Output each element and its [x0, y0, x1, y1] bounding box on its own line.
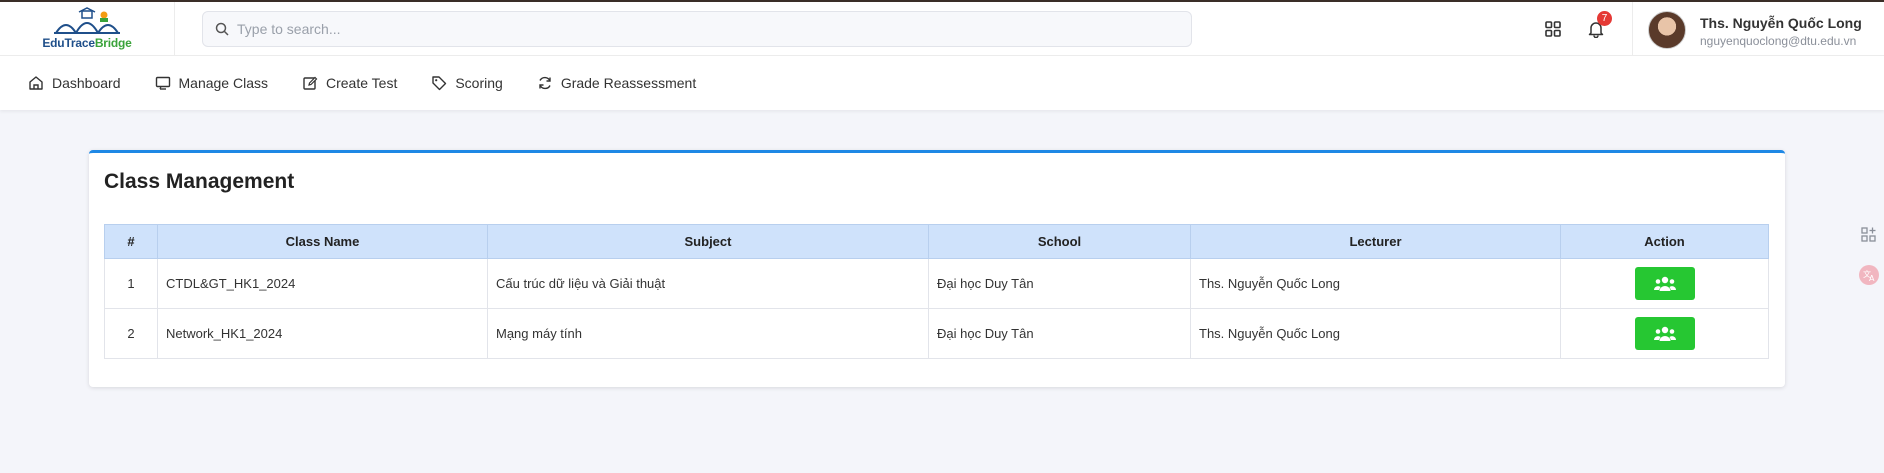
page-title: Class Management: [104, 170, 295, 193]
action-cell: [1560, 308, 1769, 359]
school-cell: Đại học Duy Tân: [928, 308, 1191, 359]
nav-label: Grade Reassessment: [560, 75, 697, 91]
class-name-cell: CTDL&GT_HK1_2024: [157, 258, 488, 309]
table-row: 1 CTDL&GT_HK1_2024 Cấu trúc dữ liệu và G…: [104, 258, 1769, 309]
nav-label: Manage Class: [178, 75, 269, 91]
col-header-number: #: [104, 224, 158, 259]
lecturer-cell: Ths. Nguyễn Quốc Long: [1190, 308, 1561, 359]
search-icon: [215, 22, 229, 36]
edit-icon: [303, 76, 318, 90]
col-header-action: Action: [1560, 224, 1769, 259]
nav-item-create-test[interactable]: Create Test: [302, 75, 397, 91]
notifications-button[interactable]: 7: [1584, 11, 1612, 41]
nav-item-grade-reassessment[interactable]: Grade Reassessment: [537, 75, 696, 91]
logo-text: EduTraceBridge: [42, 36, 132, 50]
tag-icon: [432, 76, 447, 91]
nav-label: Scoring: [455, 75, 503, 91]
class-table: # Class Name Subject School Lecturer Act…: [104, 224, 1769, 359]
subject-cell: Mạng máy tính: [487, 308, 929, 359]
home-icon: [29, 76, 43, 90]
side-widget-button[interactable]: [1858, 224, 1880, 246]
main-nav: Dashboard Manage Class Create Test Scori…: [0, 56, 1884, 110]
bridge-logo-icon: [54, 7, 120, 34]
col-header-class-name[interactable]: Class Name: [157, 224, 488, 259]
col-header-subject[interactable]: Subject: [487, 224, 929, 259]
nav-item-scoring[interactable]: Scoring: [431, 75, 503, 91]
col-header-school[interactable]: School: [928, 224, 1191, 259]
search-input[interactable]: [237, 21, 1137, 37]
class-name-cell: Network_HK1_2024: [157, 308, 488, 359]
users-icon: [1653, 276, 1676, 291]
grid-icon: [1545, 21, 1561, 37]
table-header-row: # Class Name Subject School Lecturer Act…: [104, 224, 1769, 259]
avatar[interactable]: [1648, 11, 1686, 49]
side-translate-button[interactable]: 文 A: [1858, 264, 1880, 286]
header: EduTraceBridge 7 Ths. Nguyễn Quốc Long n…: [0, 1, 1884, 56]
table-row: 2 Network_HK1_2024 Mạng máy tính Đại học…: [104, 308, 1769, 359]
monitor-icon: [155, 76, 170, 90]
svg-text:A: A: [1869, 274, 1875, 283]
nav-label: Dashboard: [52, 75, 121, 91]
view-students-button[interactable]: [1634, 267, 1695, 300]
col-header-lecturer[interactable]: Lecturer: [1190, 224, 1561, 259]
search-bar[interactable]: [202, 11, 1192, 47]
translate-icon: 文 A: [1859, 265, 1879, 285]
nav-label: Create Test: [326, 75, 398, 91]
action-cell: [1560, 258, 1769, 309]
subject-cell: Cấu trúc dữ liệu và Giải thuật: [487, 258, 929, 309]
row-number: 1: [104, 258, 158, 309]
refresh-icon: [539, 76, 551, 90]
notification-badge: 7: [1597, 11, 1612, 26]
lecturer-cell: Ths. Nguyễn Quốc Long: [1190, 258, 1561, 309]
view-students-button[interactable]: [1634, 317, 1695, 350]
header-divider: [1632, 2, 1633, 56]
user-email: nguyenquoclong@dtu.edu.vn: [1700, 34, 1857, 48]
users-icon: [1653, 326, 1676, 341]
school-cell: Đại học Duy Tân: [928, 258, 1191, 309]
logo[interactable]: EduTraceBridge: [0, 1, 175, 56]
nav-item-manage-class[interactable]: Manage Class: [155, 75, 269, 91]
widget-add-icon: [1861, 227, 1876, 242]
apps-button[interactable]: [1541, 17, 1565, 41]
user-name: Ths. Nguyễn Quốc Long: [1700, 15, 1862, 31]
class-management-card: Class Management # Class Name Subject Sc…: [89, 150, 1785, 387]
row-number: 2: [104, 308, 158, 359]
nav-item-dashboard[interactable]: Dashboard: [28, 75, 121, 91]
